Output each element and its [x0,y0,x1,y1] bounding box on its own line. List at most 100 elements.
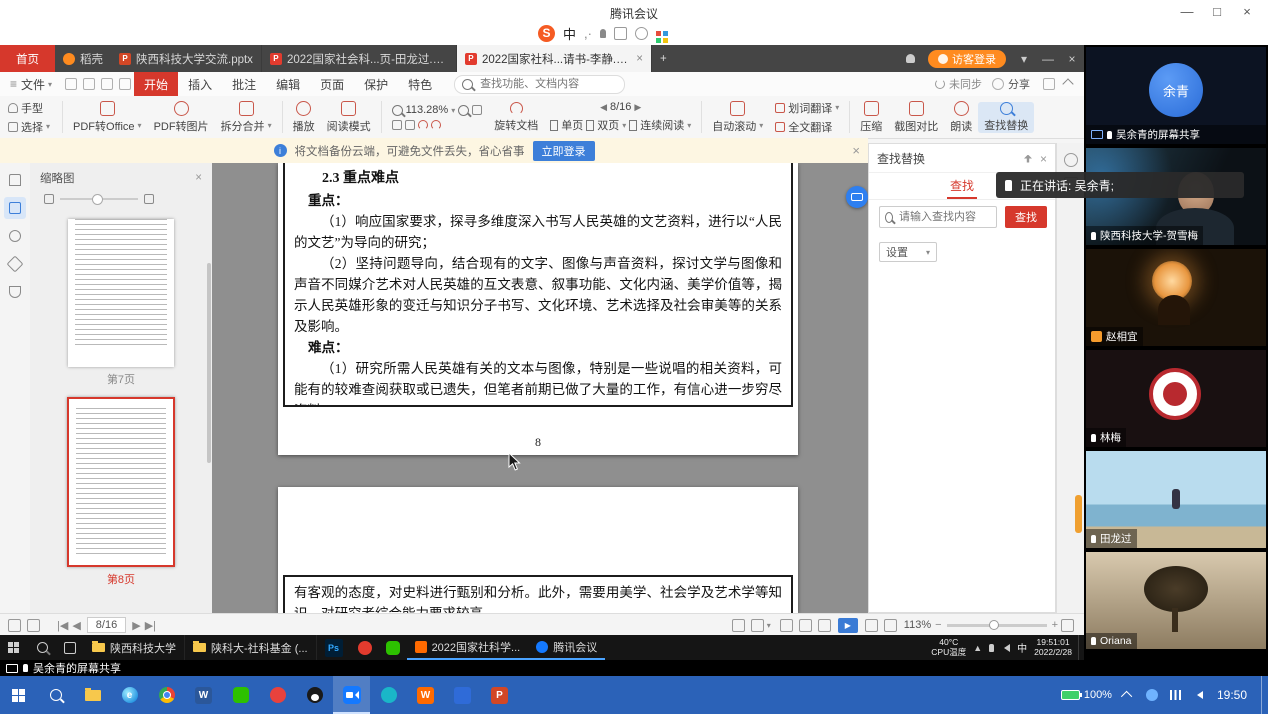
undo-icon[interactable] [101,78,113,90]
fit-width-icon[interactable] [865,619,878,632]
tab-close-icon[interactable]: × [636,53,643,65]
find-submit-button[interactable]: 查找 [1005,206,1047,228]
select-tool-button[interactable]: 选择▾ [8,119,50,135]
single-page-button[interactable]: 单页 [561,117,583,133]
document-scrollbar[interactable] [1075,495,1082,533]
cpu-temp-widget[interactable]: 40°CCPU温度 [931,638,966,657]
wechat-button[interactable] [379,635,407,660]
powerpoint-button[interactable]: P [481,676,518,714]
rotate-right-icon[interactable] [431,120,441,130]
thumbnail-zoom-slider[interactable] [30,189,212,209]
menu-start[interactable]: 开始 [134,72,178,96]
sidebar-toggle-icon[interactable] [8,619,21,632]
participant-tile[interactable]: 林梅 [1086,350,1266,447]
wps-document-task[interactable]: 2022国家社科学... [407,635,529,660]
zoom-control[interactable]: 113.28%▾ [392,104,483,116]
app-close-button[interactable]: × [1060,45,1084,72]
network-icon[interactable] [1170,690,1181,700]
rotate-doc-button[interactable]: 旋转文档 [488,102,544,133]
chrome-button[interactable] [148,676,185,714]
mic-icon[interactable] [600,29,606,38]
wechat-button[interactable] [222,676,259,714]
menu-edit[interactable]: 编辑 [266,72,310,96]
thumbnail-scrollbar[interactable] [207,263,211,463]
tab-document-pdf-1[interactable]: P2022国家社会科...页-田龙过.pdf [262,45,457,72]
task-view-button[interactable] [56,635,84,660]
tray-clock[interactable]: 19:51:012022/2/28 [1034,638,1072,657]
photoshop-button[interactable]: Ps [317,635,351,660]
document-view[interactable]: 2.3 重点难点 重点： （1）响应国家要求，探寻多维度深入书写人民英雄的文艺资… [212,163,868,613]
find-panel-close-icon[interactable]: × [1040,152,1047,166]
tencent-meeting-button[interactable] [333,676,370,714]
sync-status[interactable]: 未同步 [935,76,982,92]
battery-indicator[interactable]: 100% [1061,689,1112,701]
prev-page-button[interactable]: ◀ [72,619,80,632]
shared-start-button[interactable] [0,635,28,660]
menu-page[interactable]: 页面 [310,72,354,96]
collapse-ribbon-icon[interactable] [1062,78,1073,89]
page-navigator[interactable]: ◀8/16▶ [550,101,691,113]
sogou-logo-icon[interactable]: S [538,25,555,42]
notice-close-icon[interactable]: × [852,143,860,158]
first-page-button[interactable]: |◀ [57,619,68,632]
wps-assistant-badge[interactable] [846,186,868,208]
app-minimize-button[interactable]: — [1036,45,1060,72]
next-page-button[interactable]: ▶ [132,619,140,632]
last-page-button[interactable]: ▶| [145,619,156,632]
folder-window-1[interactable]: 陕西科技大学 [84,635,185,660]
ime-mode[interactable]: 中 [563,24,576,43]
settings-icon[interactable] [751,619,764,632]
notification-edge[interactable] [1261,676,1268,714]
snapshot-compare-button[interactable]: 截图对比 [888,101,944,134]
thumbnails-icon[interactable] [4,197,26,219]
notification-bell-icon[interactable] [898,45,922,72]
menu-annotate[interactable]: 批注 [222,72,266,96]
prev-page-icon[interactable]: ◀ [600,102,607,113]
close-button[interactable]: × [1232,1,1262,21]
word-button[interactable]: W [185,676,222,714]
next-page-icon[interactable]: ▶ [634,102,641,113]
folder-window-2[interactable]: 陕科大-社科基金 (... [185,635,317,660]
command-search-input[interactable] [478,77,600,91]
participant-tile[interactable]: 赵相宜 [1086,249,1266,346]
fit-page-icon[interactable] [472,105,482,115]
pdf-to-office-button[interactable]: PDF转Office▾ [67,101,148,134]
fit-page-icon[interactable] [884,619,897,632]
side-tool-icon-top[interactable] [1064,153,1078,167]
zoom-out-button[interactable]: − [935,619,941,631]
tab-home[interactable]: 首页 [0,45,55,72]
pdf-to-image-button[interactable]: PDF转图片 [148,101,215,134]
bookmarks-icon[interactable] [4,169,26,191]
hand-tool-button[interactable]: 手型 [8,100,50,116]
edit-status-icon[interactable] [732,619,745,632]
tray-volume-icon[interactable] [1000,644,1010,652]
tab-document-pdf-2[interactable]: P2022国家社科...请书-李静.pdf× [457,45,652,72]
monitor-view-icon[interactable] [780,619,793,632]
read-mode-button[interactable]: 阅读模式 [321,101,377,134]
find-input-box[interactable] [879,206,997,228]
zoom-in-icon[interactable] [458,105,469,116]
rotate-left-icon[interactable] [418,120,428,130]
thumb-smaller-icon[interactable] [44,194,54,204]
zoom-slider-knob[interactable] [989,620,999,630]
full-translate-button[interactable]: 全文翻译 [775,119,839,135]
marquee-zoom-icon[interactable] [405,120,415,130]
volume-icon[interactable] [1193,691,1203,699]
qq-button[interactable] [296,676,333,714]
auto-scroll-button[interactable]: 自动滚动▾ [706,101,769,134]
save-icon[interactable] [65,78,77,90]
find-settings-dropdown[interactable]: 设置▾ [879,242,937,262]
page-list-icon[interactable] [27,619,40,632]
login-now-button[interactable]: 立即登录 [533,141,595,161]
edge-button[interactable]: e [111,676,148,714]
keyboard-icon[interactable] [614,27,627,40]
attachments-icon[interactable] [4,253,26,275]
thumbnail-page-8[interactable] [67,397,175,567]
tray-expand-icon[interactable] [1121,691,1132,702]
double-layout-icon[interactable] [818,619,831,632]
ime-punct-icon[interactable]: ,· [584,26,592,41]
grid-icon[interactable] [656,31,661,36]
thumb-larger-icon[interactable] [144,194,154,204]
slider-knob[interactable] [92,194,103,205]
tray-ime[interactable]: 中 [1017,640,1027,655]
